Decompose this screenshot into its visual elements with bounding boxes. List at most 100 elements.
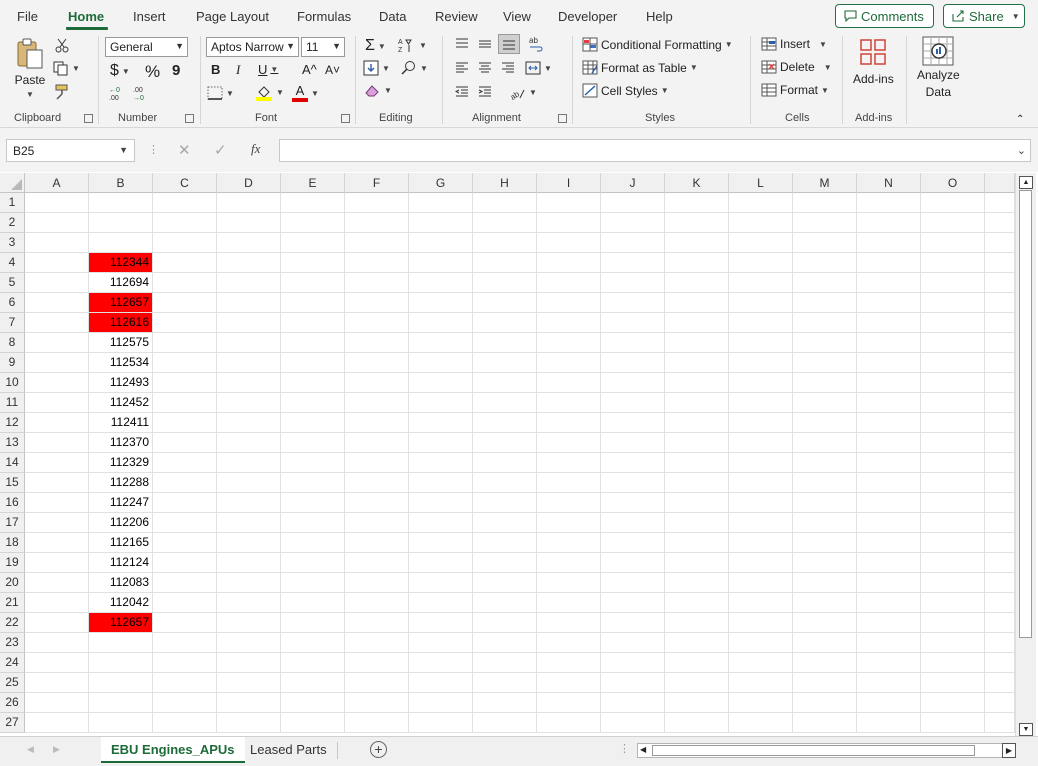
grid-cell[interactable] xyxy=(217,393,281,413)
grid-cell[interactable]: 112124 xyxy=(89,553,153,573)
row-header[interactable]: 9 xyxy=(0,353,25,373)
grid-cell[interactable] xyxy=(473,453,537,473)
grid-cell[interactable] xyxy=(537,493,601,513)
row-header[interactable]: 4 xyxy=(0,253,25,273)
cell-styles-button[interactable]: Cell Styles ▼ xyxy=(582,83,669,98)
grid-cell[interactable] xyxy=(729,453,793,473)
grid-cell[interactable] xyxy=(857,433,921,453)
grid-cell[interactable] xyxy=(665,253,729,273)
grid-cell[interactable] xyxy=(857,393,921,413)
grid-cell[interactable] xyxy=(281,613,345,633)
grid-cell[interactable]: 112370 xyxy=(89,433,153,453)
orientation-button[interactable]: ab ▼ xyxy=(508,84,537,101)
grid-cell[interactable] xyxy=(793,353,857,373)
grid-cell[interactable] xyxy=(921,553,985,573)
grid-cell[interactable] xyxy=(473,473,537,493)
grid-cell[interactable] xyxy=(217,473,281,493)
increase-indent-icon[interactable] xyxy=(478,86,492,98)
grid-cell[interactable] xyxy=(473,513,537,533)
grid-cell[interactable] xyxy=(665,653,729,673)
row-header[interactable]: 20 xyxy=(0,573,25,593)
grid-cell[interactable] xyxy=(857,453,921,473)
grid-cell[interactable] xyxy=(25,473,89,493)
grid-cell[interactable] xyxy=(153,673,217,693)
grid-cell[interactable] xyxy=(153,553,217,573)
grid-cell[interactable] xyxy=(537,273,601,293)
grid-cell[interactable] xyxy=(793,273,857,293)
grid-cell[interactable] xyxy=(537,433,601,453)
grid-cell[interactable] xyxy=(857,333,921,353)
grid-cell[interactable] xyxy=(89,233,153,253)
grid-cell[interactable] xyxy=(985,673,1015,693)
grid-cell[interactable] xyxy=(793,633,857,653)
grid-cell[interactable] xyxy=(793,333,857,353)
grid-cell[interactable] xyxy=(281,373,345,393)
grid-cell[interactable] xyxy=(473,713,537,733)
grid-cell[interactable] xyxy=(793,533,857,553)
grid-cell[interactable]: 112534 xyxy=(89,353,153,373)
menu-insert[interactable]: Insert xyxy=(133,9,166,24)
row-header[interactable]: 3 xyxy=(0,233,25,253)
grid-cell[interactable] xyxy=(665,693,729,713)
row-header[interactable]: 16 xyxy=(0,493,25,513)
grid-cell[interactable] xyxy=(537,613,601,633)
grid-cell[interactable] xyxy=(601,673,665,693)
currency-format-button[interactable]: $ ▼ xyxy=(110,62,130,80)
grid-cell[interactable] xyxy=(601,393,665,413)
underline-button[interactable]: U ▼ xyxy=(258,62,278,77)
grid-cell[interactable] xyxy=(409,313,473,333)
grid-cell[interactable] xyxy=(665,433,729,453)
grid-cell[interactable] xyxy=(281,433,345,453)
grid-cell[interactable] xyxy=(793,253,857,273)
grid-cell[interactable] xyxy=(473,213,537,233)
grid-cell[interactable] xyxy=(217,313,281,333)
grid-cell[interactable] xyxy=(409,573,473,593)
grid-cell[interactable] xyxy=(25,453,89,473)
format-cells-button[interactable]: Format ▼ xyxy=(761,83,829,97)
grid-cell[interactable] xyxy=(729,473,793,493)
grid-cell[interactable] xyxy=(793,193,857,213)
grid-cell[interactable] xyxy=(985,333,1015,353)
comments-button[interactable]: Comments xyxy=(835,4,934,28)
grid-cell[interactable] xyxy=(409,193,473,213)
sheet-tab-leased-parts[interactable]: Leased Parts xyxy=(240,737,337,763)
grid-cell[interactable] xyxy=(153,473,217,493)
row-header[interactable]: 17 xyxy=(0,513,25,533)
column-header[interactable]: F xyxy=(345,173,409,193)
grid-cell[interactable]: 112042 xyxy=(89,593,153,613)
grid-cell[interactable] xyxy=(25,633,89,653)
row-header[interactable]: 26 xyxy=(0,693,25,713)
grid-cell[interactable] xyxy=(985,393,1015,413)
grid-cell[interactable] xyxy=(25,713,89,733)
row-header[interactable]: 5 xyxy=(0,273,25,293)
grid-cell[interactable] xyxy=(857,273,921,293)
row-header[interactable]: 13 xyxy=(0,433,25,453)
grid-cell[interactable] xyxy=(281,393,345,413)
grid-cell[interactable] xyxy=(793,613,857,633)
grid-cell[interactable] xyxy=(921,653,985,673)
borders-button[interactable]: ▼ xyxy=(207,86,234,100)
grid-cell[interactable] xyxy=(153,253,217,273)
grid-cell[interactable] xyxy=(217,613,281,633)
grid-cell[interactable] xyxy=(25,693,89,713)
grid-cell[interactable] xyxy=(25,613,89,633)
grid-cell[interactable] xyxy=(537,313,601,333)
column-header[interactable]: O xyxy=(921,173,985,193)
grid-cell[interactable] xyxy=(25,553,89,573)
grid-cell[interactable] xyxy=(473,393,537,413)
grid-cell[interactable] xyxy=(985,433,1015,453)
grid-cell[interactable] xyxy=(601,473,665,493)
grid-cell[interactable] xyxy=(409,673,473,693)
grid-cell[interactable] xyxy=(473,653,537,673)
grid-cell[interactable] xyxy=(729,213,793,233)
grid-cell[interactable] xyxy=(537,473,601,493)
menu-help[interactable]: Help xyxy=(646,9,673,24)
grid-cell[interactable]: 112344 xyxy=(89,253,153,273)
grid-cell[interactable] xyxy=(601,493,665,513)
grid-cell[interactable] xyxy=(409,653,473,673)
font-color-button[interactable]: A ▼ xyxy=(292,84,319,102)
column-header[interactable]: C xyxy=(153,173,217,193)
grid-cell[interactable] xyxy=(985,513,1015,533)
column-header[interactable] xyxy=(985,173,1015,193)
grid-cell[interactable] xyxy=(409,293,473,313)
